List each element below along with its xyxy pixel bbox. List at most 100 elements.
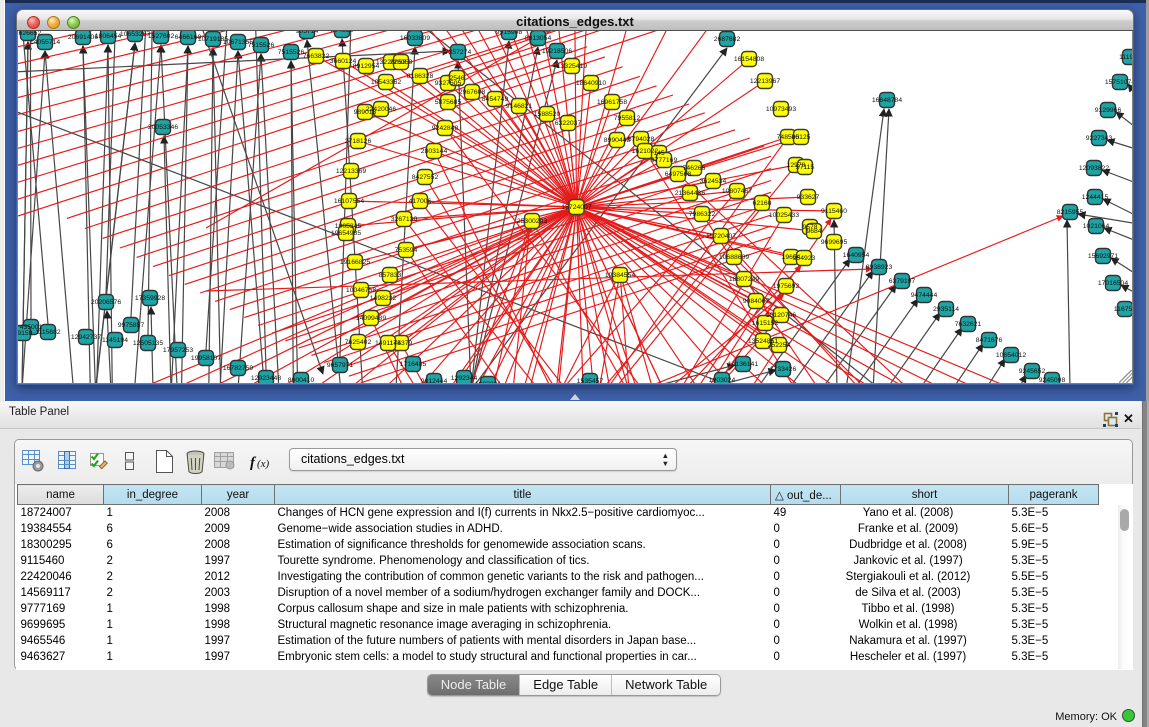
svg-text:10046758: 10046758 [346,287,376,294]
svg-text:1498222: 1498222 [370,295,397,302]
svg-text:12093822: 12093822 [1079,165,1109,172]
svg-text:226058: 226058 [390,59,413,66]
svg-text:17957253: 17957253 [163,347,193,354]
svg-text:19384554: 19384554 [605,272,635,279]
svg-text:9915908: 9915908 [496,31,523,36]
svg-text:1491144: 1491144 [375,340,401,347]
svg-text:7357274: 7357274 [445,49,472,56]
svg-text:804533: 804533 [331,31,354,34]
svg-text:10653267: 10653267 [120,31,150,38]
svg-text:1527602: 1527602 [148,33,175,40]
svg-text:8990448: 8990448 [604,137,631,144]
svg-text:10973493: 10973493 [766,106,796,113]
svg-text:39159: 39159 [18,330,33,337]
svg-text:19218506: 19218506 [542,48,572,55]
svg-text:1905345: 1905345 [335,223,362,230]
svg-text:10120746: 10120746 [766,312,796,319]
svg-text:18807249: 18807249 [729,276,759,283]
svg-text:8215955: 8215955 [1057,209,1084,216]
svg-text:9245098: 9245098 [1039,377,1066,384]
svg-text:16961758: 16961758 [597,99,627,106]
svg-text:6794028: 6794028 [628,136,655,143]
svg-text:9812444: 9812444 [421,378,448,384]
svg-text:9115460: 9115460 [821,208,847,215]
svg-text:16107554: 16107554 [334,198,364,205]
svg-text:5875685: 5875685 [435,99,462,106]
svg-text:10807467: 10807467 [722,188,752,195]
svg-text:12942737: 12942737 [71,334,101,341]
svg-text:2687682: 2687682 [714,36,741,43]
svg-text:10543362: 10543362 [371,79,401,86]
svg-text:116753: 116753 [1114,306,1133,313]
svg-text:753594: 753594 [395,247,418,254]
svg-text:7986322: 7986322 [689,211,716,218]
svg-text:95125: 95125 [792,134,811,141]
svg-text:8427552: 8427552 [412,174,439,181]
svg-text:10654012: 10654012 [996,352,1026,359]
svg-text:2626652: 2626652 [18,31,41,37]
svg-text:6497568: 6497568 [665,171,692,178]
svg-text:1640954: 1640954 [843,252,870,259]
svg-text:15692971: 15692971 [1088,253,1118,260]
svg-text:7515526: 7515526 [278,49,305,56]
svg-text:9227343: 9227343 [1086,135,1113,142]
svg-text:1292344: 1292344 [451,375,478,382]
svg-text:1615152: 1615152 [752,320,779,327]
svg-text:f: f [250,455,257,471]
svg-text:1733426: 1733426 [770,366,797,373]
svg-text:7625402: 7625402 [345,339,372,346]
svg-text:10025433: 10025433 [769,212,799,219]
svg-text:17359928: 17359928 [135,295,165,302]
svg-text:7955812: 7955812 [614,115,641,122]
svg-text:2967608: 2967608 [459,89,486,96]
svg-text:6322037: 6322037 [555,120,582,127]
svg-text:14136141: 14136141 [728,361,758,368]
svg-text:1535457: 1535457 [577,378,604,384]
svg-text:3624534: 3624534 [700,178,727,185]
svg-text:2803144: 2803144 [421,148,448,155]
svg-text:1093031: 1093031 [475,381,502,384]
svg-text:62160: 62160 [753,200,772,207]
svg-text:15720407: 15720407 [706,233,736,240]
svg-text:8900410: 8900410 [288,377,315,384]
svg-text:13325419: 13325419 [557,63,587,70]
svg-text:933627: 933627 [797,194,820,201]
svg-text:9657971: 9657971 [327,362,354,369]
svg-text:1716485: 1716485 [400,361,427,368]
svg-text:1975692: 1975692 [773,283,800,290]
svg-text:111975: 111975 [1119,54,1133,61]
svg-text:905714: 905714 [296,31,319,35]
svg-text:1244415: 1244415 [1082,194,1109,201]
svg-text:16782759: 16782759 [223,365,253,372]
svg-text:19654985: 19654985 [331,230,361,237]
svg-text:20206576: 20206576 [91,299,121,306]
svg-text:12213967: 12213967 [750,78,780,85]
svg-text:9777169: 9777169 [651,157,678,164]
svg-text:857833: 857833 [379,272,402,279]
svg-text:15751074: 15751074 [1105,79,1133,86]
svg-text:12505135: 12505135 [133,340,163,347]
svg-text:9245652: 9245652 [1019,368,1046,375]
svg-text:19166825: 19166825 [340,259,370,266]
svg-text:20053346: 20053346 [148,124,178,131]
svg-text:(x): (x) [257,458,270,470]
svg-text:16154808: 16154808 [734,56,764,63]
svg-text:8813054: 8813054 [525,35,552,42]
svg-text:252254: 252254 [768,342,791,349]
svg-text:7515526: 7515526 [248,42,275,49]
svg-text:2546: 2546 [449,75,464,82]
svg-text:21364436: 21364436 [675,190,705,197]
svg-text:9084067: 9084067 [743,298,770,305]
svg-text:20691406: 20691406 [68,34,98,41]
svg-text:18724007: 18724007 [561,204,591,211]
svg-text:1021064: 1021064 [1083,223,1110,230]
svg-text:9975857: 9975857 [118,322,145,329]
svg-text:9699695: 9699695 [821,239,848,246]
svg-text:18640910: 18640910 [576,80,606,87]
svg-text:8454749: 8454749 [482,96,509,103]
svg-text:7663822: 7663822 [303,53,330,60]
svg-text:19958107: 19958107 [191,355,221,362]
svg-text:417006: 417006 [409,198,432,205]
svg-text:954923: 954923 [793,255,816,262]
svg-text:9146821: 9146821 [506,103,533,110]
